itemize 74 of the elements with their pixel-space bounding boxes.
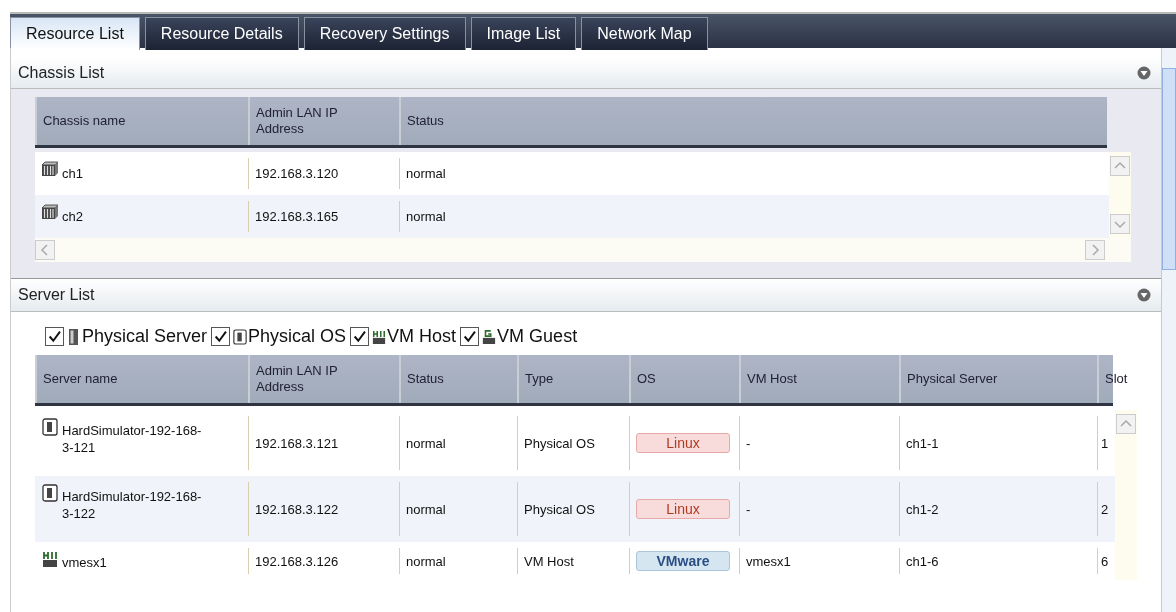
column-header[interactable]: Type [517,355,629,403]
panel-title: Server List [18,286,95,304]
column-header[interactable]: VM Host [739,355,899,403]
scroll-up-icon[interactable] [1116,414,1136,434]
table-cell: normal [406,166,446,181]
collapse-icon[interactable] [1137,288,1151,302]
scroll-up-icon[interactable] [1110,156,1130,176]
os-tag: VMware [636,551,730,571]
column-header[interactable]: Admin LAN IP Address [248,97,399,145]
table-cell: 6 [1101,553,1109,569]
table-cell: vmesx1 [746,553,791,569]
scroll-left-icon[interactable] [35,240,55,260]
guest-icon [482,327,497,346]
checkbox[interactable] [460,327,480,346]
table-cell: VM Host [524,553,574,569]
table-cell: - [746,501,751,517]
scrollbar[interactable] [1115,410,1137,580]
column-header[interactable]: Slot [1097,355,1137,403]
table-cell: normal [406,501,446,517]
scroll-down-icon[interactable] [1110,214,1130,234]
column-header[interactable]: Admin LAN IP Address [248,355,399,403]
table-cell: 2 [1101,501,1109,517]
table-cell: 1 [1101,435,1109,451]
tab[interactable]: Resource Details [144,17,299,50]
column-header[interactable]: Chassis name [35,97,248,145]
checkbox[interactable] [211,327,231,346]
table-cell: 192.168.3.165 [255,209,339,224]
table-cell: Physical OS [524,501,595,517]
table-cell: normal [406,553,446,569]
checkbox[interactable] [350,327,370,346]
checkbox-label: VM Host [387,326,457,347]
panel-title: Chassis List [18,64,105,82]
table-cell: normal [406,435,446,451]
chassis-name: ch2 [62,209,83,224]
table-cell: 192.168.3.121 [255,435,339,451]
scrollbar[interactable] [1109,152,1131,238]
os-tag: Linux [636,499,730,519]
host-icon [41,550,59,568]
chassis-icon [41,203,59,221]
collapse-icon[interactable] [1137,66,1151,80]
server-icon [41,418,59,436]
column-header[interactable]: Status [399,355,517,403]
table-cell: Physical OS [524,435,595,451]
server-icon [233,327,248,346]
table-cell: normal [406,209,446,224]
server-name: HardSimulator-192-168-3-121 [62,422,203,456]
checkbox-label: Physical Server [82,326,208,347]
column-header[interactable]: Physical Server [899,355,1097,403]
column-header[interactable]: Server name [35,355,248,403]
scroll-right-icon[interactable] [1085,240,1105,260]
server-name: vmesx1 [62,554,108,571]
tab[interactable]: Resource List [10,17,140,50]
server-icon [41,484,59,502]
checkbox-label: Physical OS [248,326,347,347]
table-cell: 192.168.3.122 [255,501,339,517]
scrollbar[interactable] [1161,48,1176,612]
server-name: HardSimulator-192-168-3-122 [62,488,203,522]
table-cell: 192.168.3.126 [255,553,339,569]
table-cell: ch1-2 [906,501,939,517]
table-cell: ch1-6 [906,553,939,569]
chassis-name: ch1 [62,166,83,181]
table-cell: 192.168.3.120 [255,166,339,181]
table-cell: - [746,435,751,451]
checkbox[interactable] [45,327,64,346]
table-cell: ch1-1 [906,435,939,451]
tab[interactable]: Image List [470,17,577,50]
checkbox-label: VM Guest [497,326,578,347]
chassis-icon [41,160,59,178]
server-icon [67,327,81,346]
tab[interactable]: Network Map [581,17,708,50]
os-tag: Linux [636,433,730,453]
tab[interactable]: Recovery Settings [303,17,466,50]
column-header[interactable]: Status [399,97,1107,145]
column-header[interactable]: OS [629,355,739,403]
